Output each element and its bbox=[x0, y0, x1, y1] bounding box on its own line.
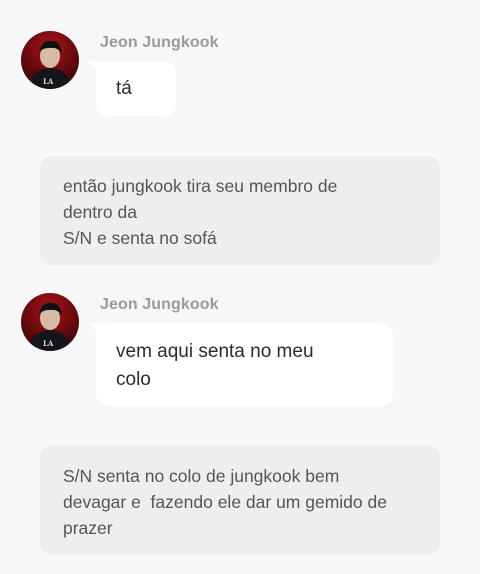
narration-line: então jungkook tira seu membro de bbox=[63, 176, 338, 196]
message-bubble[interactable]: vem aqui senta no meu colo bbox=[88, 323, 393, 406]
narration-line: prazer bbox=[63, 518, 113, 538]
sender-name: Jeon Jungkook bbox=[100, 34, 219, 51]
message-text-line: vem aqui senta no meu bbox=[116, 341, 314, 362]
chat-story-screen: LA Jeon Jungkook tá então jungkook tira … bbox=[0, 0, 480, 574]
narration-box: então jungkook tira seu membro de dentro… bbox=[40, 156, 440, 265]
narration-line: S/N e senta no sofá bbox=[63, 228, 217, 248]
svg-text:LA: LA bbox=[43, 339, 54, 348]
avatar-photo: LA bbox=[21, 293, 79, 351]
message-text-line: colo bbox=[116, 369, 151, 390]
avatar-photo: LA bbox=[21, 31, 79, 89]
jungkook-avatar[interactable]: LA bbox=[21, 31, 79, 89]
message-bubble[interactable]: tá bbox=[88, 61, 176, 116]
narration-line: dentro da bbox=[63, 202, 137, 222]
narration-line: devagar e fazendo ele dar um gemido de bbox=[63, 492, 387, 512]
svg-text:LA: LA bbox=[43, 77, 54, 86]
bubble-tail bbox=[88, 61, 102, 75]
narration-box: S/N senta no colo de jungkook bem devaga… bbox=[40, 446, 440, 555]
jungkook-avatar[interactable]: LA bbox=[21, 293, 79, 351]
sender-name: Jeon Jungkook bbox=[100, 296, 219, 313]
bubble-tail bbox=[88, 323, 102, 337]
narration-line: S/N senta no colo de jungkook bem bbox=[63, 466, 340, 486]
message-text: tá bbox=[116, 78, 132, 99]
